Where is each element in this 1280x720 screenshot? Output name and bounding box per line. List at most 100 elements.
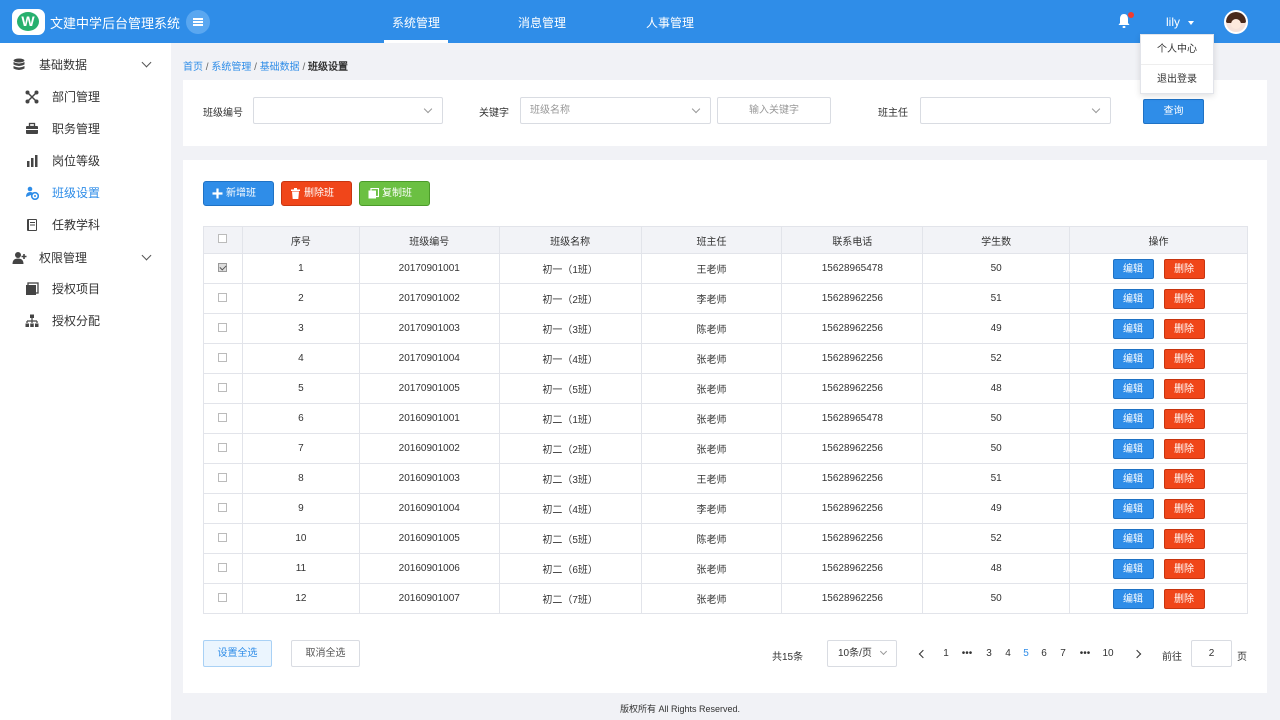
sidebar-group-permission[interactable]: 权限管理: [12, 248, 162, 268]
table-row: 4 20170901004 初一（4班） 张老师 15628962256 52 编辑 删除: [203, 343, 1248, 374]
row-checkbox[interactable]: [218, 532, 228, 542]
sidebar-item-grade-level[interactable]: 岗位等级: [25, 151, 165, 171]
hamburger-icon: [193, 18, 203, 20]
cell-teacher: 张老师: [640, 553, 783, 584]
breadcrumb: 首页 / 系统管理 / 基础数据 / 班级设置: [183, 58, 348, 73]
checkbox[interactable]: [218, 234, 228, 243]
sidebar-item-label: 职务管理: [52, 122, 101, 136]
topnav-message[interactable]: 消息管理: [512, 0, 572, 43]
edit-button[interactable]: 编辑: [1112, 498, 1154, 519]
delete-button[interactable]: 删除: [1163, 408, 1205, 429]
row-checkbox[interactable]: [218, 592, 228, 602]
page-number[interactable]: 6: [1037, 648, 1051, 659]
avatar[interactable]: [1224, 10, 1248, 34]
edit-button[interactable]: 编辑: [1112, 348, 1154, 369]
edit-button[interactable]: 编辑: [1112, 408, 1154, 429]
cell-class-name: 初一（1班）: [498, 253, 642, 284]
caret-down-icon[interactable]: [1188, 21, 1194, 25]
teacher-select[interactable]: [920, 97, 1111, 124]
delete-button[interactable]: 删除: [1163, 468, 1205, 489]
delete-button[interactable]: 删除: [1163, 498, 1205, 519]
page-number[interactable]: 1: [939, 648, 953, 659]
delete-button[interactable]: 删除: [1163, 318, 1205, 339]
row-checkbox[interactable]: [218, 502, 228, 512]
row-checkbox[interactable]: [218, 352, 228, 362]
menu-item-logout[interactable]: 退出登录: [1141, 64, 1213, 93]
page-ellipsis[interactable]: •••: [960, 648, 974, 659]
edit-button[interactable]: 编辑: [1112, 378, 1154, 399]
header-phone: 联系电话: [781, 226, 924, 254]
cell-phone: 15628962256: [781, 463, 924, 494]
username[interactable]: lily: [1166, 15, 1180, 29]
sidebar-item-label: 任教学科: [52, 218, 101, 232]
sidebar-item-class-setting[interactable]: 班级设置: [25, 183, 165, 203]
page-number[interactable]: 10: [1101, 648, 1115, 659]
edit-button[interactable]: 编辑: [1112, 438, 1154, 459]
row-checkbox[interactable]: [218, 442, 228, 452]
delete-button[interactable]: 删除: [1163, 258, 1205, 279]
delete-button[interactable]: 删除: [1163, 348, 1205, 369]
row-checkbox[interactable]: [218, 412, 228, 422]
edit-button[interactable]: 编辑: [1112, 288, 1154, 309]
breadcrumb-home[interactable]: 首页: [183, 62, 203, 73]
edit-button[interactable]: 编辑: [1112, 468, 1154, 489]
row-checkbox[interactable]: [218, 262, 228, 272]
row-checkbox[interactable]: [218, 292, 228, 302]
delete-class-button[interactable]: 删除班级: [281, 181, 352, 222]
cell-actions: 编辑 删除: [1069, 373, 1248, 404]
class-name-select[interactable]: 班级名称: [520, 97, 711, 124]
topnav-personnel[interactable]: 人事管理: [640, 0, 700, 43]
topnav-system[interactable]: 系统管理: [384, 0, 448, 43]
row-checkbox[interactable]: [218, 472, 228, 482]
delete-button[interactable]: 删除: [1163, 378, 1205, 399]
row-checkbox[interactable]: [218, 382, 228, 392]
page-number[interactable]: 5: [1019, 648, 1033, 659]
class-no-select[interactable]: [253, 97, 443, 124]
menu-item-profile[interactable]: 个人中心: [1141, 35, 1213, 64]
row-checkbox-cell: [203, 283, 243, 314]
page-number[interactable]: 7: [1056, 648, 1070, 659]
edit-button[interactable]: 编辑: [1112, 558, 1154, 579]
sidebar-item-position[interactable]: 职务管理: [25, 119, 165, 139]
unselect-all-button[interactable]: 取消全选: [291, 640, 360, 667]
chevron-down-icon: [691, 104, 701, 114]
page-ellipsis[interactable]: •••: [1078, 648, 1092, 659]
edit-button[interactable]: 编辑: [1112, 258, 1154, 279]
header-select-all[interactable]: [203, 226, 243, 254]
cell-no: 12: [241, 583, 360, 614]
query-button[interactable]: 查询: [1143, 99, 1204, 124]
breadcrumb-basic-data[interactable]: 基础数据: [260, 62, 300, 73]
page-size-select[interactable]: 10条/页: [827, 640, 897, 667]
cell-no: 10: [241, 523, 360, 554]
edit-button[interactable]: 编辑: [1112, 588, 1154, 609]
delete-button[interactable]: 删除: [1163, 438, 1205, 459]
row-checkbox[interactable]: [218, 322, 228, 332]
row-checkbox-cell: [203, 433, 243, 464]
row-checkbox-cell: [203, 553, 243, 584]
delete-button[interactable]: 删除: [1163, 588, 1205, 609]
edit-button[interactable]: 编辑: [1112, 528, 1154, 549]
delete-button[interactable]: 删除: [1163, 288, 1205, 309]
page-number[interactable]: 3: [982, 648, 996, 659]
sidebar-item-department[interactable]: 部门管理: [25, 87, 165, 107]
delete-button[interactable]: 删除: [1163, 528, 1205, 549]
menu-toggle-button[interactable]: [186, 10, 210, 34]
goto-page-input[interactable]: 2: [1191, 640, 1232, 667]
sidebar-item-label: 授权分配: [52, 314, 101, 328]
breadcrumb-system[interactable]: 系统管理: [211, 62, 251, 73]
keyword-input[interactable]: 输入关键字: [717, 97, 831, 124]
add-class-button[interactable]: 新增班级: [203, 181, 274, 222]
select-all-button[interactable]: 设置全选: [203, 640, 272, 667]
sidebar-item-authorization-assign[interactable]: 授权分配: [25, 311, 165, 331]
copy-class-button[interactable]: 复制班级: [359, 181, 430, 222]
edit-button[interactable]: 编辑: [1112, 318, 1154, 339]
sidebar-item-subject[interactable]: 任教学科: [25, 215, 165, 235]
cell-actions: 编辑 删除: [1069, 583, 1248, 614]
delete-button[interactable]: 删除: [1163, 558, 1205, 579]
page-number[interactable]: 4: [1001, 648, 1015, 659]
sidebar-item-authorization-project[interactable]: 授权项目: [25, 279, 165, 299]
cell-students: 52: [922, 523, 1071, 554]
sidebar-group-basic-data[interactable]: 基础数据: [12, 55, 162, 75]
cell-actions: 编辑 删除: [1069, 493, 1248, 524]
row-checkbox[interactable]: [218, 562, 228, 572]
